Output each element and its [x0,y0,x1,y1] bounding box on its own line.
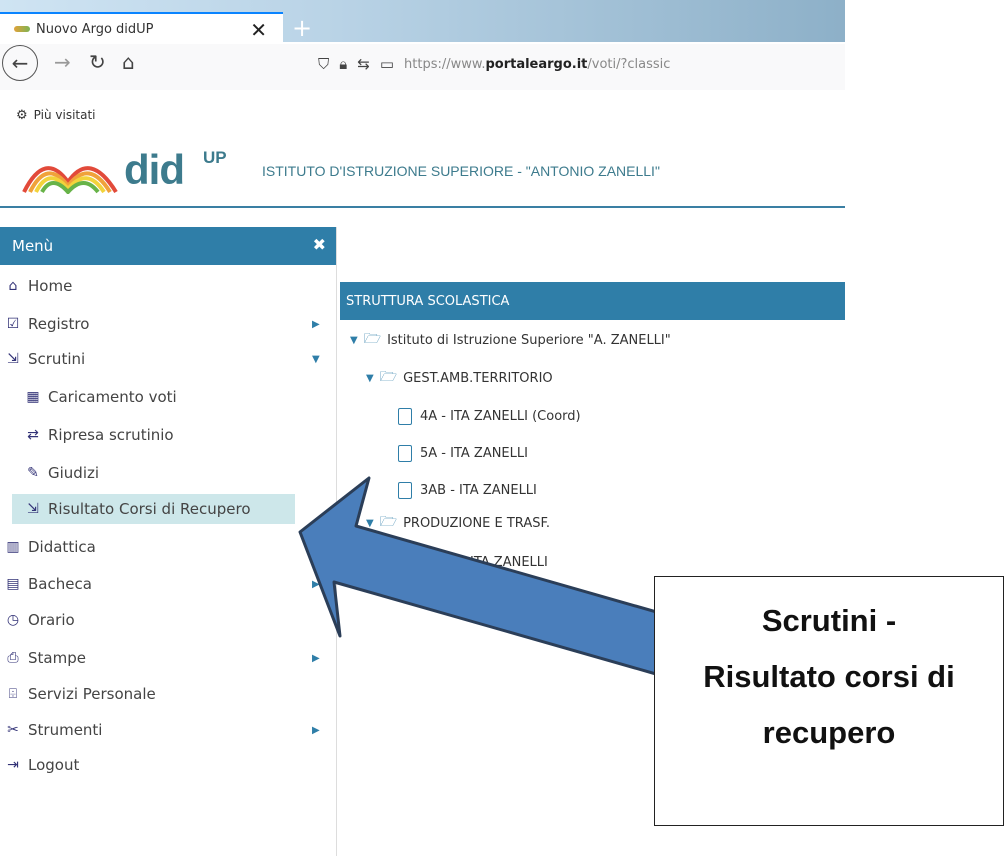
arrow-shape [298,476,662,676]
callout-line-2: Risultato corsi di [703,659,955,694]
callout-line-3: recupero [762,715,896,750]
annotation-callout: Scrutini - Risultato corsi di recupero [654,576,1004,826]
callout-line-1: Scrutini - [761,603,897,638]
